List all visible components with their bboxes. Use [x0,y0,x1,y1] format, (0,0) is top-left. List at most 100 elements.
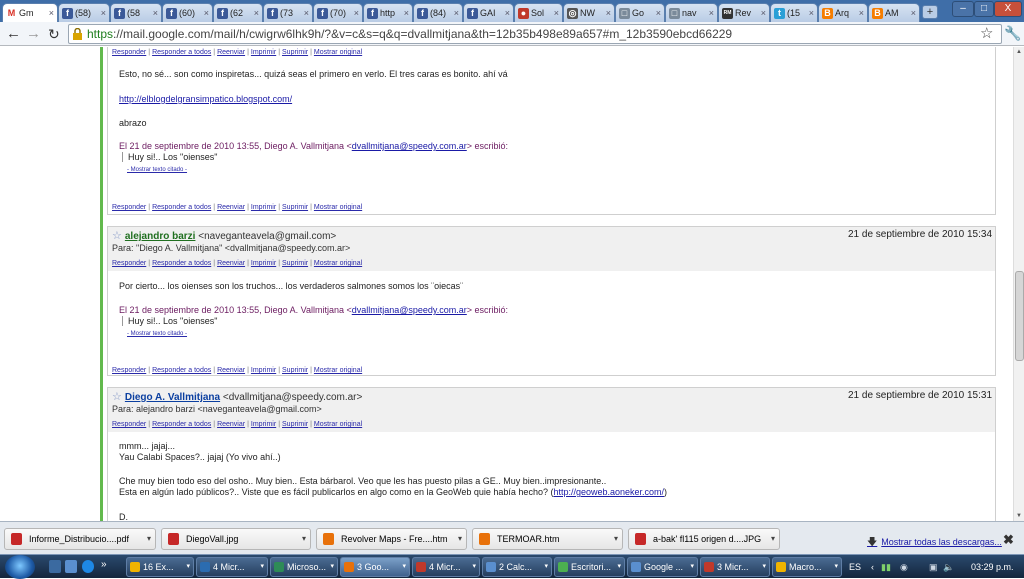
star-icon[interactable]: ☆ [112,391,122,403]
tab-6[interactable]: f (73 × [263,3,313,22]
tab-close-icon[interactable]: × [656,4,664,22]
forward-link[interactable]: Reenviar [217,367,245,374]
scrollbar-thumb[interactable] [1015,271,1024,361]
print-link[interactable]: Imprimir [251,260,276,267]
print-link[interactable]: Imprimir [251,49,276,56]
forward-link[interactable]: Reenviar [217,49,245,56]
download-item[interactable]: DiegoVall.jpg ▾ [161,528,311,550]
taskbar-dropdown-icon[interactable]: ▾ [186,558,190,576]
tab-9[interactable]: f (84) × [413,3,463,22]
minimize-button[interactable]: – [952,1,974,17]
address-bar[interactable]: https://mail.google.com/mail/h/cwigrw6lh… [68,24,1002,44]
show-quoted-text-link[interactable]: - Mostrar texto citado - [127,167,187,173]
taskbar-dropdown-icon[interactable]: ▾ [330,558,334,576]
taskbar-dropdown-icon[interactable]: ▾ [690,558,694,576]
tab-16[interactable]: t (15 × [770,3,818,22]
tab-close-icon[interactable]: × [304,4,312,22]
scroll-down-icon[interactable]: ▼ [1016,513,1022,519]
tab-13[interactable]: □ Go × [615,3,665,22]
quote-email-link[interactable]: dvallmitjana@speedy.com.ar [352,305,467,315]
quote-email-link[interactable]: dvallmitjana@speedy.com.ar [352,141,467,151]
taskbar-button[interactable]: Microso... ▾ [270,557,338,577]
close-download-bar-icon[interactable]: ✖ [1003,532,1014,548]
taskbar-button[interactable]: 4 Micr... ▾ [196,557,268,577]
show-original-link[interactable]: Mostrar original [314,421,362,428]
forward-link[interactable]: Reenviar [217,204,245,211]
tab-close-icon[interactable]: × [101,4,109,22]
reply-link[interactable]: Responder [112,367,146,374]
tab-15[interactable]: RM Rev × [718,3,770,22]
quicklaunch-overflow[interactable]: » [101,559,107,570]
reply-all-link[interactable]: Responder a todos [152,49,211,56]
network-tray-icon[interactable]: ▮▮ [881,555,891,579]
download-menu-icon[interactable]: ▾ [771,529,775,549]
taskbar-button[interactable]: Google ... ▾ [627,557,698,577]
taskbar-button[interactable]: 2 Calc... ▾ [482,557,552,577]
volume-icon[interactable]: 🔈 [943,555,954,579]
clock[interactable]: 03:29 p.m. [971,555,1014,579]
tab-close-icon[interactable]: × [761,4,769,22]
tab-close-icon[interactable]: × [404,4,412,22]
show-original-link[interactable]: Mostrar original [314,260,362,267]
tab-close-icon[interactable]: × [204,4,212,22]
wrench-menu-icon[interactable]: 🔧 [1004,25,1021,42]
close-window-button[interactable]: X [994,1,1022,17]
taskbar-button[interactable]: 3 Goo... ▾ [340,557,410,577]
reply-link[interactable]: Responder [112,49,146,56]
tab-close-icon[interactable]: × [606,4,614,22]
sender-name[interactable]: alejandro barzi [125,231,196,242]
monitor-tray-icon[interactable]: ▣ [929,555,938,579]
taskbar-button[interactable]: Macro... ▾ [772,557,842,577]
download-menu-icon[interactable]: ▾ [614,529,618,549]
download-item[interactable]: a-bak' fl115 origen d....JPG ▾ [628,528,780,550]
tab-18[interactable]: B AM × [868,3,920,22]
taskbar-dropdown-icon[interactable]: ▾ [402,558,406,576]
reply-all-link[interactable]: Responder a todos [152,421,211,428]
download-menu-icon[interactable]: ▾ [147,529,151,549]
tab-14[interactable]: □ nav × [665,3,718,22]
taskbar-button[interactable]: 4 Micr... ▾ [412,557,480,577]
reply-link[interactable]: Responder [112,421,146,428]
tab-12[interactable]: ◎ NW × [563,3,615,22]
tray-apps-icon[interactable]: ◉ [900,555,908,579]
download-item[interactable]: Revolver Maps - Fre....htm ▾ [316,528,467,550]
delete-link[interactable]: Suprimir [282,260,308,267]
tab-close-icon[interactable]: × [859,4,867,22]
delete-link[interactable]: Suprimir [282,421,308,428]
sender-name[interactable]: Diego A. Vallmitjana [125,392,220,403]
tab-5[interactable]: f (62 × [213,3,263,22]
tab-close-icon[interactable]: × [709,4,717,22]
taskbar-dropdown-icon[interactable]: ▾ [617,558,621,576]
show-original-link[interactable]: Mostrar original [314,367,362,374]
tab-close-icon[interactable]: × [554,4,562,22]
show-all-downloads-link[interactable]: 🡇 Mostrar todas las descargas... [867,535,1002,552]
tab-8[interactable]: f http × [363,3,413,22]
vertical-scrollbar[interactable]: ▲ ▼ [1013,47,1024,521]
download-menu-icon[interactable]: ▾ [302,529,306,549]
tab-2[interactable]: f (58) × [58,3,110,22]
reply-all-link[interactable]: Responder a todos [152,367,211,374]
start-button[interactable] [5,555,35,579]
tab-close-icon[interactable]: × [809,4,817,22]
print-link[interactable]: Imprimir [251,204,276,211]
tab-10[interactable]: f GAI × [463,3,514,22]
tray-expand-icon[interactable]: ‹ [871,555,874,579]
show-desktop-icon[interactable] [49,560,61,573]
bookmark-star-icon[interactable]: ☆ [980,24,993,42]
taskbar-button[interactable]: 16 Ex... ▾ [126,557,194,577]
download-menu-icon[interactable]: ▾ [458,529,462,549]
tab-close-icon[interactable]: × [153,4,161,22]
tab-close-icon[interactable]: × [454,4,462,22]
forward-link[interactable]: Reenviar [217,260,245,267]
taskbar-dropdown-icon[interactable]: ▾ [834,558,838,576]
tab-4[interactable]: f (60) × [162,3,213,22]
show-original-link[interactable]: Mostrar original [314,204,362,211]
tab-11[interactable]: ● Sol × [514,3,563,22]
reply-all-link[interactable]: Responder a todos [152,204,211,211]
delete-link[interactable]: Suprimir [282,367,308,374]
print-link[interactable]: Imprimir [251,367,276,374]
tab-1[interactable]: M Gm × [2,3,58,22]
print-link[interactable]: Imprimir [251,421,276,428]
star-icon[interactable]: ☆ [112,230,122,242]
delete-link[interactable]: Suprimir [282,49,308,56]
